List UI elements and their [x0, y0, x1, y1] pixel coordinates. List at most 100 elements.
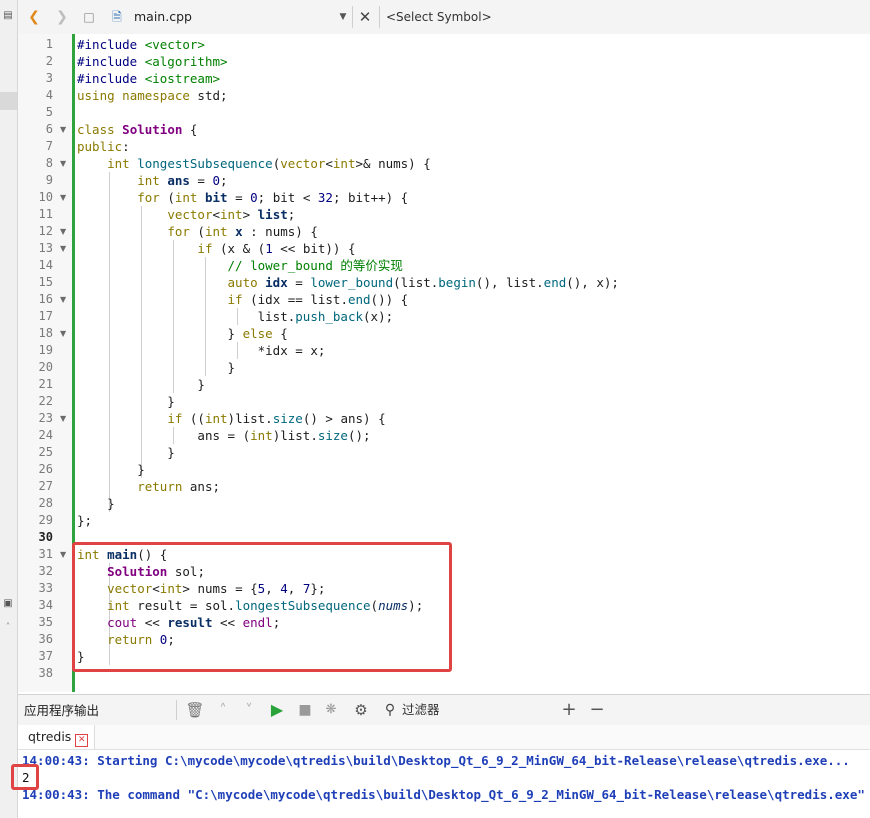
code-line[interactable]: public:: [77, 138, 130, 155]
fold-arrow-icon[interactable]: ▼: [60, 223, 68, 240]
code-line[interactable]: }: [77, 376, 205, 393]
line-number: 19: [38, 343, 53, 357]
code-line[interactable]: }: [77, 444, 175, 461]
line-number: 3: [45, 71, 53, 85]
line-number: 35: [38, 615, 53, 629]
line-number: 10: [38, 190, 53, 204]
symbol-selector[interactable]: <Select Symbol>: [386, 0, 492, 34]
line-number: 15: [38, 275, 53, 289]
line-number: 27: [38, 479, 53, 493]
chevron-down-icon: ˅: [245, 701, 253, 719]
close-icon: ✕: [358, 8, 372, 26]
tab-label: qtredis: [28, 729, 72, 744]
code-line[interactable]: *idx = x;: [77, 342, 326, 359]
code-line[interactable]: }: [77, 359, 236, 376]
main-function-annotation-box: [72, 542, 452, 672]
line-number: 11: [38, 207, 53, 221]
line-number: 5: [45, 105, 53, 119]
code-line[interactable]: for (int x : nums) {: [77, 223, 318, 240]
file-name[interactable]: main.cpp: [134, 0, 192, 34]
back-button[interactable]: ❮: [22, 0, 46, 34]
filter-input[interactable]: 过滤器: [402, 695, 440, 725]
plus-icon: +: [561, 699, 577, 720]
lock-button[interactable]: □: [78, 0, 100, 34]
line-number: 37: [38, 649, 53, 663]
tab-qtredis[interactable]: qtredis ✕: [18, 725, 96, 749]
code-line[interactable]: if (idx == list.end()) {: [77, 291, 409, 308]
output-pane-title[interactable]: 应用程序输出: [24, 695, 99, 725]
line-number: 9: [45, 173, 53, 187]
output-pane-toolbar: 应用程序输出 🗑 ˄ ˅ ▶ ■ ❋ ⚙ ⚲ 过滤器 + −: [18, 694, 870, 726]
line-number: 18: [38, 326, 53, 340]
fold-arrow-icon[interactable]: ▼: [60, 155, 68, 172]
line-number: 21: [38, 377, 53, 391]
code-line[interactable]: #include <algorithm>: [77, 53, 228, 70]
code-line[interactable]: if (x & (1 << bit)) {: [77, 240, 355, 257]
code-line[interactable]: // lower_bound 的等价实现: [77, 257, 403, 274]
line-number: 14: [38, 258, 53, 272]
file-dropdown-chevron-icon[interactable]: ▼: [336, 0, 350, 34]
fold-arrow-icon[interactable]: ▼: [60, 546, 68, 563]
code-line[interactable]: auto idx = lower_bound(list.begin(), lis…: [77, 274, 619, 291]
code-line[interactable]: int longestSubsequence(vector<int>& nums…: [77, 155, 431, 172]
fold-arrow-icon[interactable]: ▼: [60, 325, 68, 342]
code-line[interactable]: #include <iostream>: [77, 70, 220, 87]
line-number: 26: [38, 462, 53, 476]
code-line[interactable]: };: [77, 512, 92, 529]
attach-debugger-button[interactable]: ❋: [320, 695, 342, 725]
minus-icon: −: [589, 699, 605, 720]
fold-arrow-icon[interactable]: ▼: [60, 189, 68, 206]
close-tab-icon[interactable]: ✕: [75, 734, 89, 747]
code-line[interactable]: class Solution {: [77, 121, 197, 138]
line-number: 4: [45, 88, 53, 102]
code-line[interactable]: return ans;: [77, 478, 220, 495]
application-output-console[interactable]: 14:00:43: Starting C:\mycode\mycode\qtre…: [18, 750, 870, 818]
fold-arrow-icon[interactable]: ▼: [60, 240, 68, 257]
editor-toolbar: ❮ ❯ □ 🗎 main.cpp ▼ ✕ <Select Symbol>: [18, 0, 870, 35]
line-number: 31: [38, 547, 53, 561]
zoom-out-button[interactable]: −: [586, 695, 608, 725]
code-line[interactable]: int ans = 0;: [77, 172, 227, 189]
fold-arrow-icon[interactable]: ▼: [60, 291, 68, 308]
clear-output-button[interactable]: 🗑: [184, 695, 206, 725]
line-number: 38: [38, 666, 53, 680]
code-line[interactable]: }: [77, 461, 145, 478]
code-line[interactable]: #include <vector>: [77, 36, 205, 53]
previous-item-button[interactable]: ˄: [212, 695, 234, 725]
panel-icon[interactable]: ▤: [2, 10, 14, 22]
fold-arrow-icon[interactable]: ▼: [60, 121, 68, 138]
console-line: 14:00:43: The command "C:\mycode\mycode\…: [22, 787, 865, 802]
code-line[interactable]: }: [77, 393, 175, 410]
console-line: 14:00:43: Starting C:\mycode\mycode\qtre…: [22, 753, 850, 768]
line-number: 13: [38, 241, 53, 255]
result-annotation-box: [11, 764, 39, 790]
panel-toggle-icon[interactable]: ▣: [2, 598, 14, 610]
close-file-button[interactable]: ✕: [354, 0, 376, 34]
forward-button[interactable]: ❯: [50, 0, 74, 34]
scroll-up-icon[interactable]: ˄: [2, 622, 14, 634]
toolbar-divider: [352, 6, 353, 28]
sidebar-selected-row[interactable]: [0, 92, 17, 110]
code-line[interactable]: list.push_back(x);: [77, 308, 394, 325]
code-line[interactable]: if ((int)list.size() > ans) {: [77, 410, 385, 427]
line-number: 28: [38, 496, 53, 510]
lock-icon: □: [83, 10, 95, 24]
next-item-button[interactable]: ˅: [238, 695, 260, 725]
zoom-in-button[interactable]: +: [558, 695, 580, 725]
code-line[interactable]: ans = (int)list.size();: [77, 427, 370, 444]
stop-icon: ■: [298, 702, 312, 718]
line-number: 17: [38, 309, 53, 323]
code-line[interactable]: using namespace std;: [77, 87, 228, 104]
stop-button[interactable]: ■: [294, 695, 316, 725]
code-line[interactable]: for (int bit = 0; bit < 32; bit++) {: [77, 189, 408, 206]
chevron-up-icon: ˄: [219, 701, 227, 719]
fold-arrow-icon[interactable]: ▼: [60, 410, 68, 427]
play-icon: ▶: [270, 700, 284, 719]
code-line[interactable]: } else {: [77, 325, 288, 342]
settings-button[interactable]: ⚙: [350, 695, 372, 725]
code-line[interactable]: }: [77, 495, 115, 512]
code-line[interactable]: vector<int> list;: [77, 206, 295, 223]
line-number: 32: [38, 564, 53, 578]
run-button[interactable]: ▶: [266, 695, 288, 725]
line-number: 36: [38, 632, 53, 646]
